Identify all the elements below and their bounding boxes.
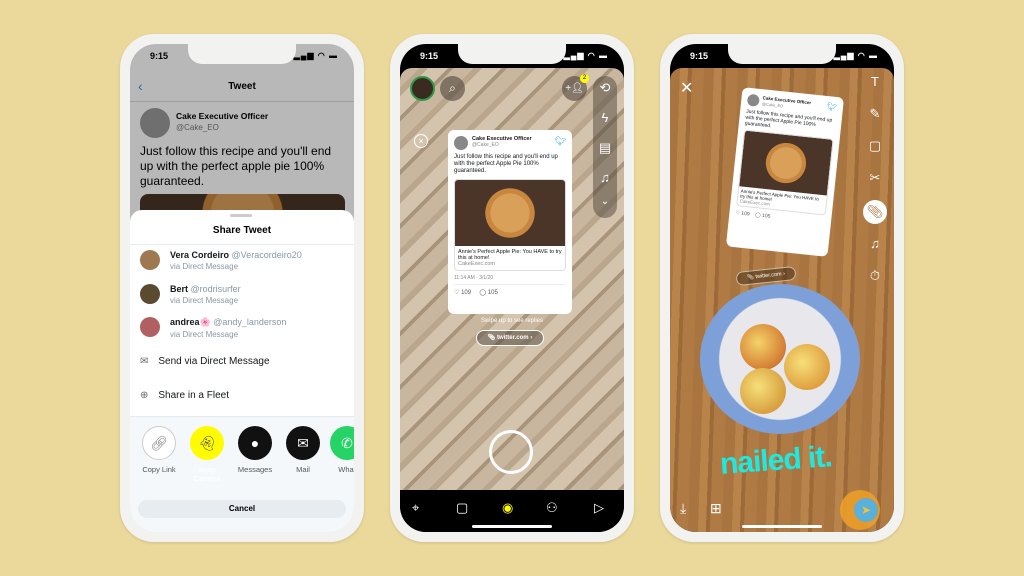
preview-screen: 9:15 ▂▄▆ ◠ ▬ ✕ T ✎ ▢ ✂ 📎︎ ♫ ⏱︎ Cake Execu… bbox=[670, 44, 894, 532]
capture-button[interactable] bbox=[489, 430, 533, 474]
music-icon[interactable]: ♫ bbox=[865, 236, 885, 251]
mail-button[interactable]: ✉ Mail bbox=[278, 426, 328, 474]
snapchat-ghost-icon: 👻︎ bbox=[190, 426, 224, 460]
copy-link-button[interactable]: 🔗︎ Copy Link bbox=[134, 426, 184, 474]
share-fleet-action[interactable]: ⊕ Share in a Fleet bbox=[140, 390, 229, 401]
heart-icon: ♡ bbox=[454, 290, 460, 296]
stories-icon[interactable]: ⚇ bbox=[546, 500, 558, 516]
send-dm-action[interactable]: ✉ Send via Direct Message bbox=[140, 356, 270, 367]
messages-button[interactable]: ● Messages bbox=[230, 426, 280, 474]
whatsapp-icon: ✆ bbox=[330, 426, 354, 460]
paperclip-icon[interactable]: 📎︎ bbox=[863, 200, 887, 224]
bottom-nav: ⌖ ▢ ◉ ⚇ ▷ bbox=[400, 490, 624, 532]
reply-icon: ◯ bbox=[479, 290, 487, 296]
avatar bbox=[140, 317, 160, 337]
signal-wifi-battery-icon: ▂▄▆ ◠ ▬ bbox=[563, 51, 608, 60]
twitter-bird-icon: 🐦︎ bbox=[826, 102, 838, 113]
text-tool-icon[interactable]: T bbox=[865, 74, 885, 89]
phone-snap-preview: 9:15 ▂▄▆ ◠ ▬ ✕ T ✎ ▢ ✂ 📎︎ ♫ ⏱︎ Cake Execu… bbox=[660, 34, 904, 542]
contact-row[interactable]: Vera Cordeiro @Veracordeiro20 via Direct … bbox=[140, 250, 302, 271]
phone-snap-camera: 9:15 ▂▄▆ ◠ ▬ ⌕ +👤︎ 2 ⟲ ϟ ▤ ♫ ⌄ × Cake Exec… bbox=[390, 34, 634, 542]
whatsapp-button[interactable]: ✆ What bbox=[322, 426, 354, 474]
contact-row[interactable]: andrea🌸 @andy_landerson via Direct Messag… bbox=[140, 317, 286, 339]
attachment-link[interactable]: 📎︎ twitter.com › bbox=[476, 330, 544, 346]
link-icon: 🔗︎ bbox=[142, 426, 176, 460]
signal-wifi-battery-icon: ▂▄▆ ◠ ▬ bbox=[833, 51, 878, 60]
cancel-button[interactable]: Cancel bbox=[138, 500, 346, 518]
flash-off-icon[interactable]: ϟ bbox=[595, 110, 615, 125]
camera-icon[interactable]: ◉ bbox=[502, 500, 513, 516]
twitter-bird-icon: 🐦︎ bbox=[554, 136, 566, 146]
search-icon[interactable]: ⌕ bbox=[440, 76, 465, 101]
chat-icon[interactable]: ▢ bbox=[456, 500, 468, 516]
plus-circle-icon: ⊕ bbox=[140, 390, 149, 401]
add-friend-icon[interactable]: +👤︎ 2 bbox=[562, 74, 589, 101]
friend-badge: 2 bbox=[580, 74, 589, 83]
music-icon[interactable]: ♫ bbox=[595, 170, 615, 185]
phone-twitter: 9:15 ▂▄▆ ◠ ▬ ‹ Tweet Cake Executive Offic… bbox=[120, 34, 364, 542]
send-button[interactable]: ➤ bbox=[840, 490, 880, 530]
notch bbox=[188, 44, 296, 64]
close-icon[interactable]: ✕ bbox=[680, 78, 693, 98]
sheet-title: Share Tweet bbox=[212, 225, 272, 236]
chevron-down-icon[interactable]: ⌄ bbox=[595, 196, 615, 207]
camera-screen: 9:15 ▂▄▆ ◠ ▬ ⌕ +👤︎ 2 ⟲ ϟ ▤ ♫ ⌄ × Cake Exec… bbox=[400, 44, 624, 532]
sticker-icon[interactable]: ▢ bbox=[865, 138, 885, 154]
tweet-sticker[interactable]: Cake Executive Officer @Cake_EO 🐦︎ Just fo… bbox=[725, 87, 845, 257]
discover-icon[interactable]: ▷ bbox=[594, 500, 604, 516]
avatar bbox=[454, 136, 468, 150]
pencil-icon[interactable]: ✎ bbox=[865, 106, 885, 122]
envelope-icon: ✉ bbox=[286, 426, 320, 460]
close-icon[interactable]: × bbox=[414, 134, 428, 148]
video-icon[interactable]: ▤ bbox=[595, 140, 615, 156]
avatar bbox=[140, 284, 160, 304]
pie-image bbox=[455, 180, 565, 246]
twitter-screen: 9:15 ▂▄▆ ◠ ▬ ‹ Tweet Cake Executive Offic… bbox=[130, 44, 354, 532]
scissors-icon[interactable]: ✂ bbox=[865, 170, 885, 186]
add-story-icon[interactable]: ⊞ bbox=[710, 500, 722, 517]
send-arrow-icon: ➤ bbox=[854, 498, 878, 522]
swipe-hint: Swipe up to see replies bbox=[480, 318, 544, 324]
snap-camera-button[interactable]: 👻︎ Snap Camera bbox=[182, 426, 232, 496]
speech-bubble-icon: ● bbox=[238, 426, 272, 460]
bowl-of-apples bbox=[700, 284, 860, 434]
signal-wifi-battery-icon: ▂▄▆ ◠ ▬ bbox=[293, 51, 338, 60]
tweet-sticker[interactable]: Cake Executive Officer @Cake_EO 🐦︎ Just fo… bbox=[448, 130, 572, 314]
map-icon[interactable]: ⌖ bbox=[412, 500, 419, 516]
camera-tools: ⟲ ϟ ▤ ♫ ⌄ bbox=[593, 76, 617, 218]
timer-icon[interactable]: ⏱︎ bbox=[865, 268, 885, 284]
flip-camera-icon[interactable]: ⟲ bbox=[595, 80, 615, 96]
mail-icon: ✉ bbox=[140, 356, 149, 367]
download-icon[interactable]: ⤓ bbox=[680, 500, 686, 517]
drag-handle[interactable] bbox=[230, 214, 252, 217]
bitmoji-avatar[interactable] bbox=[410, 76, 435, 101]
share-sheet: Share Tweet Vera Cordeiro @Veracordeiro2… bbox=[130, 210, 354, 532]
contact-row[interactable]: Bert @rodrisurfer via Direct Message bbox=[140, 284, 241, 305]
avatar bbox=[140, 250, 160, 270]
